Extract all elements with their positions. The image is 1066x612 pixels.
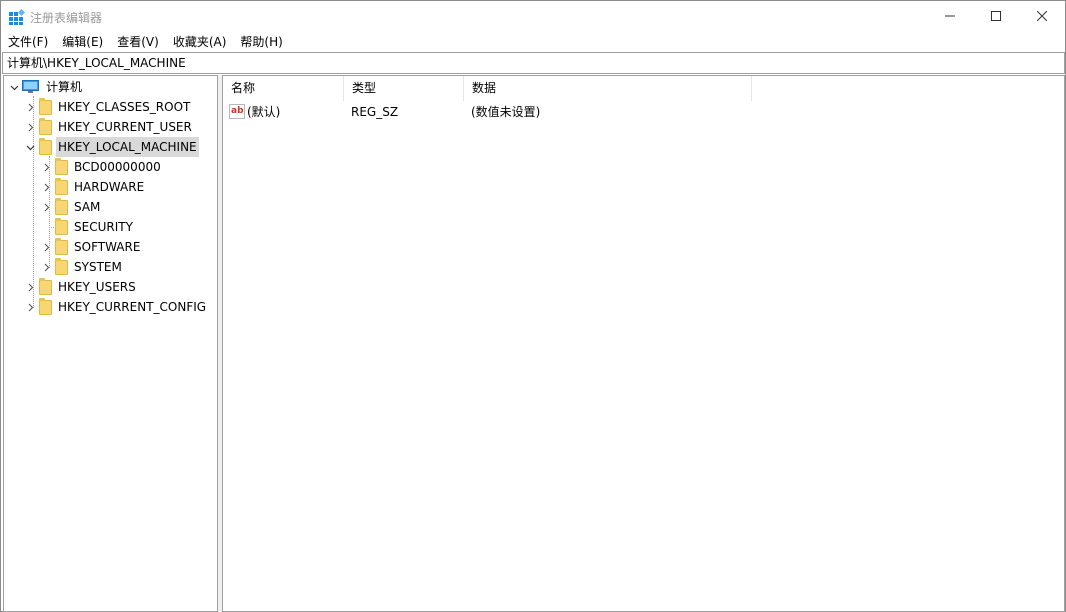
tree-node-system[interactable]: SYSTEM [40,257,124,277]
tree-node-hkey-users[interactable]: HKEY_USERS [24,277,138,297]
folder-open-icon [39,137,52,155]
folder-icon [55,197,68,215]
tree-node-hkey-current-user[interactable]: HKEY_CURRENT_USER [24,117,194,137]
folder-icon [39,97,52,115]
title-bar[interactable]: 注册表编辑器 [1,1,1065,32]
folder-icon [39,117,52,135]
tree-node-sam[interactable]: SAM [40,197,102,217]
value-row[interactable]: ab (默认) REG_SZ (数值未设置) [223,102,1064,122]
folder-icon [55,237,68,255]
folder-icon [55,157,68,175]
computer-icon [22,80,39,93]
chevron-down-icon[interactable] [24,137,36,157]
menu-bar: 文件(F) 编辑(E) 查看(V) 收藏夹(A) 帮助(H) [1,32,1065,51]
chevron-right-icon[interactable] [24,297,36,317]
menu-edit[interactable]: 编辑(E) [55,33,110,50]
tree-node-label: HKEY_CURRENT_CONFIG [58,300,207,314]
menu-view[interactable]: 查看(V) [110,33,166,50]
tree-node-hkey-local-machine[interactable]: HKEY_LOCAL_MACHINE [24,137,199,157]
regedit-window: 注册表编辑器 文件(F) 编辑(E) 查看(V) 收藏夹(A) 帮助(H) 计算… [0,0,1066,612]
tree-node-label: HKEY_CURRENT_USER [58,120,192,134]
tree-node-label: SAM [74,200,101,214]
tree-node-label: SOFTWARE [74,240,141,254]
maximize-button[interactable] [973,1,1019,31]
column-header-type[interactable]: 类型 [344,76,464,101]
menu-favorites[interactable]: 收藏夹(A) [166,33,234,50]
tree-node-label: HARDWARE [74,180,145,194]
chevron-right-icon[interactable] [40,257,52,277]
tree-node-hkey-current-config[interactable]: HKEY_CURRENT_CONFIG [24,297,208,317]
folder-icon [55,257,68,275]
minimize-icon [945,15,955,17]
address-bar[interactable]: 计算机\HKEY_LOCAL_MACHINE [2,52,1065,74]
value-type: REG_SZ [351,105,399,119]
chevron-right-icon[interactable] [24,97,36,117]
close-icon [1037,11,1047,21]
folder-icon [39,277,52,295]
list-header: 名称 类型 数据 [223,76,1064,101]
chevron-down-icon[interactable] [8,77,20,97]
window-title: 注册表编辑器 [30,11,103,25]
chevron-right-icon[interactable] [40,237,52,257]
chevron-right-icon[interactable] [24,277,36,297]
tree-node-label: 计算机 [46,80,83,94]
value-name: (默认) [247,105,281,119]
tree-node-label: HKEY_CLASSES_ROOT [58,100,191,114]
values-list[interactable]: 名称 类型 数据 ab (默认) REG_SZ (数值未设置) [222,75,1065,612]
tree-node-label: HKEY_LOCAL_MACHINE [56,137,199,157]
column-header-name[interactable]: 名称 [223,76,344,101]
folder-icon [55,217,68,235]
chevron-right-icon[interactable] [40,197,52,217]
string-value-icon: ab [229,104,245,119]
minimize-button[interactable] [927,1,973,31]
folder-icon [39,297,52,315]
maximize-icon [991,11,1001,21]
menu-help[interactable]: 帮助(H) [233,33,289,50]
tree-node-label: BCD00000000 [74,160,161,174]
regedit-app-icon [9,9,25,25]
key-tree[interactable]: 计算机 HKEY_CLASSES_ROOT HKEY_CURRENT_USER … [3,75,218,612]
folder-icon [55,177,68,195]
chevron-right-icon[interactable] [24,117,36,137]
chevron-right-icon[interactable] [40,177,52,197]
value-data: (数值未设置) [471,105,541,119]
tree-node-security[interactable]: SECURITY [40,217,135,237]
chevron-right-icon[interactable] [40,157,52,177]
menu-file[interactable]: 文件(F) [1,33,55,50]
tree-node-computer[interactable]: 计算机 [8,77,84,97]
tree-node-software[interactable]: SOFTWARE [40,237,142,257]
tree-node-hardware[interactable]: HARDWARE [40,177,146,197]
tree-node-label: SECURITY [74,220,133,234]
tree-node-hkey-classes-root[interactable]: HKEY_CLASSES_ROOT [24,97,192,117]
close-button[interactable] [1019,1,1065,31]
tree-node-label: SYSTEM [74,260,122,274]
tree-node-label: HKEY_USERS [58,280,136,294]
column-header-data[interactable]: 数据 [464,76,752,101]
tree-node-bcd00000000[interactable]: BCD00000000 [40,157,163,177]
